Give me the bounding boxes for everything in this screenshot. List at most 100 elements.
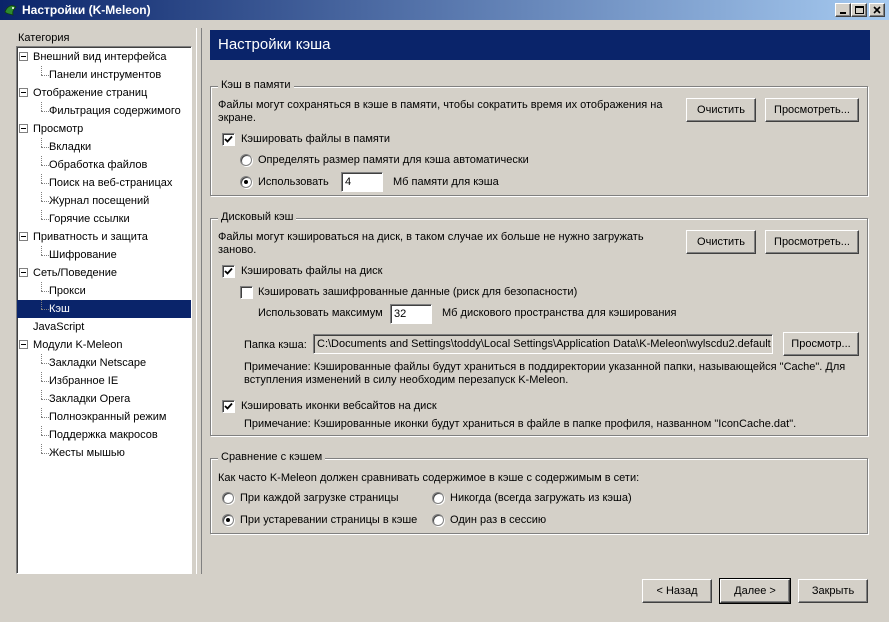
tree-item-label: Просмотр: [33, 123, 84, 135]
memory-size-input[interactable]: 4: [341, 172, 383, 192]
icon-cache-checkbox[interactable]: [222, 400, 235, 413]
collapse-icon[interactable]: [19, 52, 28, 61]
close-window-button[interactable]: [869, 3, 885, 17]
compare-expired-label: При устаревании страницы в кэше: [240, 514, 418, 526]
tree-item[interactable]: Вкладки: [17, 138, 191, 156]
icon-cache-checkbox-label: Кэшировать иконки вебсайтов на диск: [241, 400, 437, 412]
memory-use-radio-label: Использовать: [258, 176, 329, 188]
collapse-icon[interactable]: [19, 88, 28, 97]
checkmark-icon: [224, 267, 233, 275]
collapse-icon[interactable]: [19, 232, 28, 241]
window-title: Настройки (K-Meleon): [22, 3, 151, 17]
tree-item-label: Панели инструментов: [49, 69, 162, 81]
tree-item[interactable]: Поиск на веб-страницах: [17, 174, 191, 192]
tree-item-label: Фильтрация содержимого: [49, 105, 181, 117]
collapse-icon[interactable]: [19, 268, 28, 277]
compare-question: Как часто K-Meleon должен сравнивать сод…: [218, 472, 640, 484]
tree-connector: [41, 210, 42, 219]
tree-item-label: Избранное IE: [49, 375, 119, 387]
collapse-icon[interactable]: [19, 340, 28, 349]
disk-max-input[interactable]: 32: [390, 304, 432, 324]
page-title: Настройки кэша: [210, 30, 870, 60]
memory-cache-checkbox-label: Кэшировать файлы в памяти: [241, 133, 391, 145]
encrypted-cache-checkbox[interactable]: [240, 286, 253, 299]
disk-cache-description: Файлы могут кэшироваться на диск, в тако…: [218, 231, 644, 256]
tree-item[interactable]: Закладки Opera: [17, 390, 191, 408]
minimize-button[interactable]: [835, 3, 851, 17]
tree-item[interactable]: Фильтрация содержимого: [17, 102, 191, 120]
memory-auto-radio[interactable]: [240, 154, 252, 166]
close-button[interactable]: Закрыть: [798, 579, 868, 603]
browse-folder-button[interactable]: Просмотр...: [783, 332, 859, 356]
tree-item-label: Сеть/Поведение: [33, 267, 118, 279]
disk-max-suffix: Мб дискового пространства для кэшировани…: [442, 307, 677, 319]
memory-use-radio[interactable]: [240, 176, 252, 188]
compare-never-radio[interactable]: [432, 492, 444, 504]
tree-item-label: JavaScript: [33, 321, 85, 333]
tree-item[interactable]: Сеть/Поведение: [17, 264, 191, 282]
memory-clear-button[interactable]: Очистить: [686, 98, 756, 122]
tree-item-label: Закладки Opera: [49, 393, 131, 405]
compare-every-load-label: При каждой загрузке страницы: [240, 492, 399, 504]
tree-item[interactable]: Прокси: [17, 282, 191, 300]
cache-folder-note: Примечание: Кэшированные файлы будут хра…: [244, 361, 846, 386]
tree-item-label: Полноэкранный режим: [49, 411, 167, 423]
tree-item[interactable]: Модули K-Meleon: [17, 336, 191, 354]
disk-cache-checkbox[interactable]: [222, 265, 235, 278]
tree-item-label: Журнал посещений: [49, 195, 150, 207]
tree-item-label: Поиск на веб-страницах: [49, 177, 173, 189]
memory-view-button[interactable]: Просмотреть...: [765, 98, 859, 122]
close-icon: [873, 6, 881, 14]
tree-item[interactable]: Поддержка макросов: [17, 426, 191, 444]
tree-item[interactable]: Закладки Netscape: [17, 354, 191, 372]
tree-connector: [41, 300, 42, 309]
tree-item-label: Закладки Netscape: [49, 357, 147, 369]
tree-item[interactable]: Внешний вид интерфейса: [17, 48, 191, 66]
disk-cache-checkbox-label: Кэшировать файлы на диск: [241, 265, 383, 277]
compare-once-per-session-radio[interactable]: [432, 514, 444, 526]
tree-item[interactable]: Журнал посещений: [17, 192, 191, 210]
tree-item[interactable]: Приватность и защита: [17, 228, 191, 246]
checkmark-icon: [224, 135, 233, 143]
tree-item[interactable]: JavaScript: [17, 318, 191, 336]
disk-clear-button[interactable]: Очистить: [686, 230, 756, 254]
k-meleon-app-icon: [4, 5, 17, 16]
tree-item[interactable]: Полноэкранный режим: [17, 408, 191, 426]
tree-item-label: Жесты мышью: [49, 447, 125, 459]
tree-item[interactable]: Шифрование: [17, 246, 191, 264]
tree-item[interactable]: Отображение страниц: [17, 84, 191, 102]
compare-every-load-radio[interactable]: [222, 492, 234, 504]
tree-connector: [41, 408, 42, 417]
tree-item[interactable]: Кэш: [17, 300, 191, 318]
tree-item[interactable]: Обработка файлов: [17, 156, 191, 174]
encrypted-cache-checkbox-label: Кэшировать зашифрованные данные (риск дл…: [258, 286, 578, 298]
tree-connector: [41, 192, 42, 201]
tree-connector: [41, 156, 42, 165]
tree-item[interactable]: Избранное IE: [17, 372, 191, 390]
memory-auto-radio-label: Определять размер памяти для кэша автома…: [258, 154, 529, 166]
splitter-handle[interactable]: [196, 28, 202, 574]
next-button[interactable]: Далее >: [719, 578, 791, 604]
tree-item-label: Приватность и защита: [33, 231, 148, 243]
compare-never-label: Никогда (всегда загружать из кэша): [450, 492, 632, 504]
tree-item[interactable]: Панели инструментов: [17, 66, 191, 84]
tree-item[interactable]: Жесты мышью: [17, 444, 191, 462]
disk-cache-legend: Дисковый кэш: [218, 211, 297, 223]
tree-item[interactable]: Горячие ссылки: [17, 210, 191, 228]
cache-folder-field[interactable]: C:\Documents and Settings\toddy\Local Se…: [313, 334, 773, 354]
tree-item[interactable]: Просмотр: [17, 120, 191, 138]
tree-item-label: Поддержка макросов: [49, 429, 158, 441]
icon-cache-note: Примечание: Кэшированные иконки будут хр…: [244, 418, 797, 430]
memory-cache-legend: Кэш в памяти: [218, 79, 294, 91]
memory-cache-checkbox[interactable]: [222, 133, 235, 146]
maximize-button[interactable]: [851, 3, 867, 17]
tree-item-label: Отображение страниц: [33, 87, 148, 99]
back-button[interactable]: < Назад: [642, 579, 712, 603]
tree-connector: [41, 174, 42, 183]
category-tree[interactable]: Внешний вид интерфейса Панели инструменто…: [16, 46, 192, 574]
minimize-icon: [840, 12, 846, 14]
compare-expired-radio[interactable]: [222, 514, 234, 526]
collapse-icon[interactable]: [19, 124, 28, 133]
tree-connector: [41, 444, 42, 453]
disk-view-button[interactable]: Просмотреть...: [765, 230, 859, 254]
